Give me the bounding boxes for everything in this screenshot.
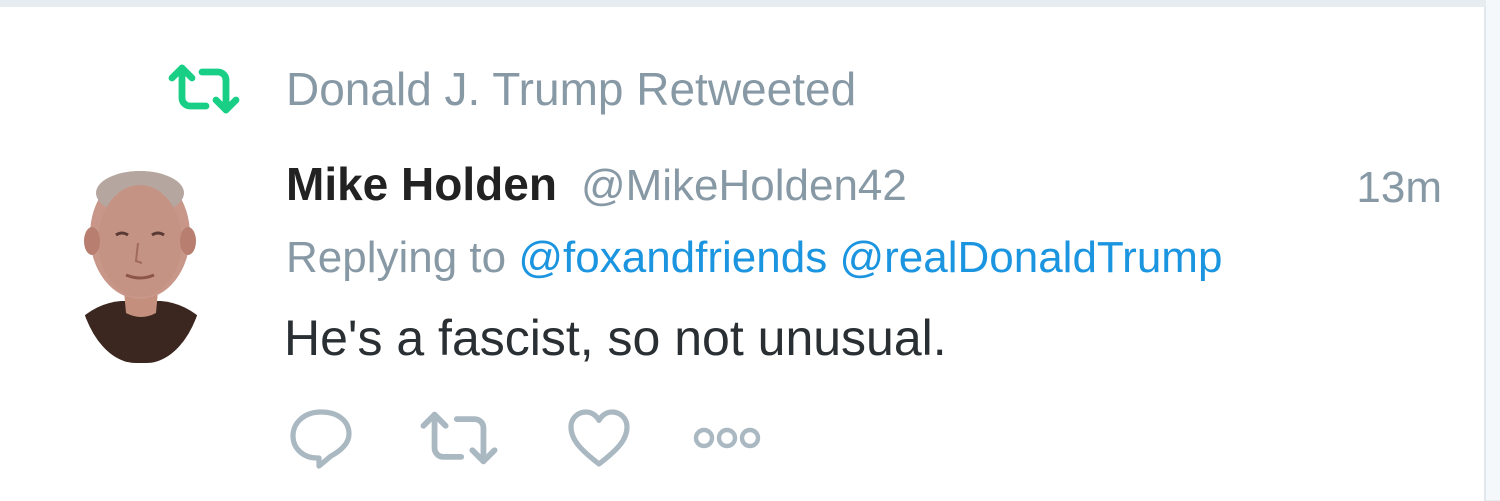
retweeted-by-label[interactable]: Donald J. Trump Retweeted xyxy=(286,62,856,116)
mention-link[interactable]: @foxandfriends xyxy=(518,233,827,282)
tweet-card[interactable]: Donald J. Trump Retweeted Mike Holden @M… xyxy=(0,6,1486,501)
tweet-actions xyxy=(286,405,762,475)
reply-button[interactable] xyxy=(286,405,356,475)
tweet-text: He's a fascist, so not unusual. xyxy=(284,310,947,366)
more-icon xyxy=(690,426,764,455)
author-fullname[interactable]: Mike Holden xyxy=(286,157,557,211)
like-button[interactable] xyxy=(564,405,634,475)
tweet-header: Mike Holden @MikeHolden42 13m xyxy=(286,157,1446,221)
scrollbar-track[interactable] xyxy=(1486,0,1500,500)
retweet-icon xyxy=(419,408,499,473)
reply-icon xyxy=(287,406,355,475)
replying-to: Replying to @foxandfriends @realDonaldTr… xyxy=(286,233,1222,293)
mention-link[interactable]: @realDonaldTrump xyxy=(839,233,1222,282)
replying-to-prefix: Replying to xyxy=(286,233,507,282)
more-button[interactable] xyxy=(692,405,762,475)
avatar[interactable] xyxy=(76,163,206,363)
heart-icon xyxy=(564,406,634,475)
retweet-context: Donald J. Trump Retweeted xyxy=(168,61,856,117)
retweet-button[interactable] xyxy=(420,405,498,475)
retweet-icon xyxy=(168,61,240,117)
tweet-timestamp[interactable]: 13m xyxy=(1356,163,1442,213)
author-username[interactable]: @MikeHolden42 xyxy=(581,161,907,211)
